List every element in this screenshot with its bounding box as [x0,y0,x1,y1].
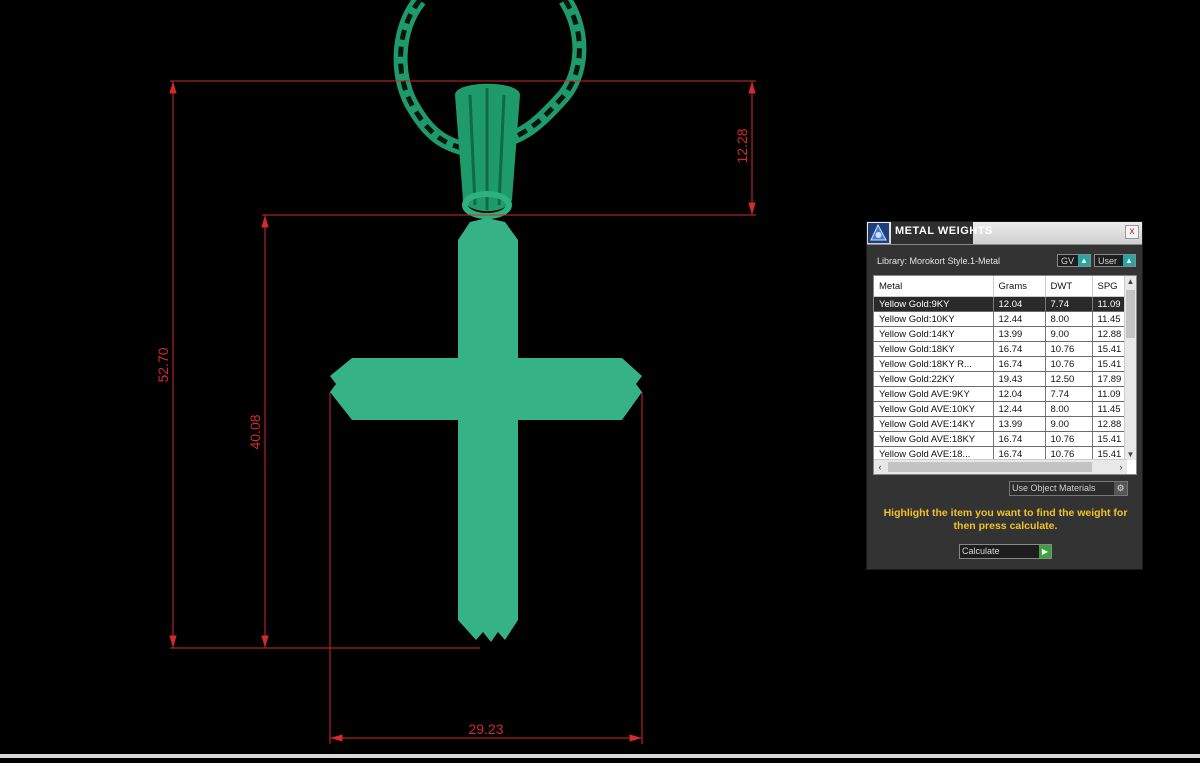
metal-weights-panel: METAL WEIGHTS x Library: Morokort Style.… [866,221,1143,570]
cell-metal: Yellow Gold:18KY R... [874,356,994,372]
rhino-logo-icon [868,223,889,243]
cell-dwt: 8.00 [1045,401,1093,417]
metal-table[interactable]: Metal Grams DWT SPG Yellow Gold:9KY 12.04… [873,275,1137,475]
user-label: User [1098,256,1118,266]
cell-metal: Yellow Gold:9KY [874,296,994,312]
panel-title: METAL WEIGHTS [895,225,993,237]
cell-grams: 13.99 [993,416,1046,432]
cell-metal: Yellow Gold:22KY [874,371,994,387]
table-row[interactable]: Yellow Gold:9KY 12.04 7.74 11.09 [874,296,1127,312]
cell-grams: 12.04 [993,296,1046,312]
cell-dwt: 8.00 [1045,311,1093,327]
cell-dwt: 9.00 [1045,326,1093,342]
user-dropdown-icon: ▲ [1123,255,1135,266]
cell-metal: Yellow Gold AVE:9KY [874,386,994,402]
cell-grams: 12.44 [993,401,1046,417]
cell-grams: 13.99 [993,326,1046,342]
use-object-materials-button[interactable]: Use Object Materials ⚙ [1009,481,1128,496]
gv-label: GV [1061,256,1075,266]
dimension-total-height: 52.70 [155,347,171,382]
cell-grams: 12.04 [993,386,1046,402]
cell-dwt: 7.74 [1045,296,1093,312]
cell-metal: Yellow Gold:10KY [874,311,994,327]
cell-metal: Yellow Gold AVE:18KY [874,431,994,447]
cell-grams: 16.74 [993,431,1046,447]
cell-spg: 15.41 [1092,431,1127,447]
panel-titlebar[interactable]: METAL WEIGHTS x [867,222,1142,245]
table-row[interactable]: Yellow Gold AVE:14KY 13.99 9.00 12.88 [874,416,1127,432]
cross-pendant [330,218,642,642]
gv-dropdown-icon: ▲ [1078,255,1090,266]
cell-metal: Yellow Gold AVE:10KY [874,401,994,417]
column-header-grams[interactable]: Grams [993,276,1046,297]
cell-dwt: 9.00 [1045,416,1093,432]
cell-spg: 17.89 [1092,371,1127,387]
window-bottom-border [0,754,1200,758]
cell-grams: 12.44 [993,311,1046,327]
close-button[interactable]: x [1125,225,1139,239]
table-row[interactable]: Yellow Gold:22KY 19.43 12.50 17.89 [874,371,1127,387]
cell-grams: 16.74 [993,341,1046,357]
instructions-text: Highlight the item you want to find the … [883,507,1128,532]
use-object-materials-label: Use Object Materials [1012,483,1096,493]
library-label: Library: Morokort Style.1-Metal [877,256,1001,266]
play-icon: ▶ [1039,545,1051,558]
cell-grams: 19.43 [993,371,1046,387]
cell-dwt: 7.74 [1045,386,1093,402]
column-header-spg[interactable]: SPG [1092,276,1127,297]
cell-spg: 11.09 [1092,386,1127,402]
gear-icon: ⚙ [1114,482,1127,495]
table-header-row: Metal Grams DWT SPG [874,276,1127,297]
cell-spg: 15.41 [1092,341,1127,357]
cell-spg: 12.88 [1092,326,1127,342]
scroll-up-icon[interactable]: ▲ [1125,276,1136,287]
horizontal-scrollbar[interactable]: ‹ › [874,459,1127,474]
cell-metal: Yellow Gold AVE:14KY [874,416,994,432]
table-body: Yellow Gold:9KY 12.04 7.74 11.09 Yellow Gold… [874,296,1127,462]
dimension-bail-height: 12.28 [734,128,750,163]
cell-dwt: 10.76 [1045,431,1093,447]
cell-dwt: 10.76 [1045,341,1093,357]
horizontal-scroll-thumb[interactable] [888,462,1092,472]
bail [455,83,520,219]
calculate-label: Calculate [962,546,1000,556]
cell-spg: 15.41 [1092,356,1127,372]
table-row[interactable]: Yellow Gold:18KY 16.74 10.76 15.41 [874,341,1127,357]
cell-spg: 11.09 [1092,296,1127,312]
cell-spg: 11.45 [1092,401,1127,417]
table-row[interactable]: Yellow Gold AVE:10KY 12.44 8.00 11.45 [874,401,1127,417]
column-header-metal[interactable]: Metal [874,276,994,297]
table-row[interactable]: Yellow Gold AVE:9KY 12.04 7.74 11.09 [874,386,1127,402]
vertical-scrollbar[interactable]: ▲ ▼ [1124,276,1136,460]
user-selector[interactable]: User ▲ [1094,254,1136,267]
table-row[interactable]: Yellow Gold:14KY 13.99 9.00 12.88 [874,326,1127,342]
cell-metal: Yellow Gold:14KY [874,326,994,342]
vertical-scroll-thumb[interactable] [1126,290,1135,338]
dimension-cross-height: 40.08 [247,414,263,449]
scroll-left-icon[interactable]: ‹ [874,460,886,474]
table-row[interactable]: Yellow Gold:10KY 12.44 8.00 11.45 [874,311,1127,327]
column-header-dwt[interactable]: DWT [1045,276,1093,297]
table-row[interactable]: Yellow Gold:18KY R... 16.74 10.76 15.41 [874,356,1127,372]
calculate-button[interactable]: Calculate ▶ [959,544,1052,559]
gv-selector[interactable]: GV ▲ [1057,254,1091,267]
cell-metal: Yellow Gold:18KY [874,341,994,357]
table-row[interactable]: Yellow Gold AVE:18KY 16.74 10.76 15.41 [874,431,1127,447]
cell-dwt: 12.50 [1045,371,1093,387]
cell-dwt: 10.76 [1045,356,1093,372]
metal-weights-table: Metal Grams DWT SPG Yellow Gold:9KY 12.04… [874,276,1127,462]
cell-spg: 12.88 [1092,416,1127,432]
scroll-right-icon[interactable]: › [1115,460,1127,474]
dimension-width: 29.23 [468,721,503,737]
cell-spg: 11.45 [1092,311,1127,327]
cell-grams: 16.74 [993,356,1046,372]
